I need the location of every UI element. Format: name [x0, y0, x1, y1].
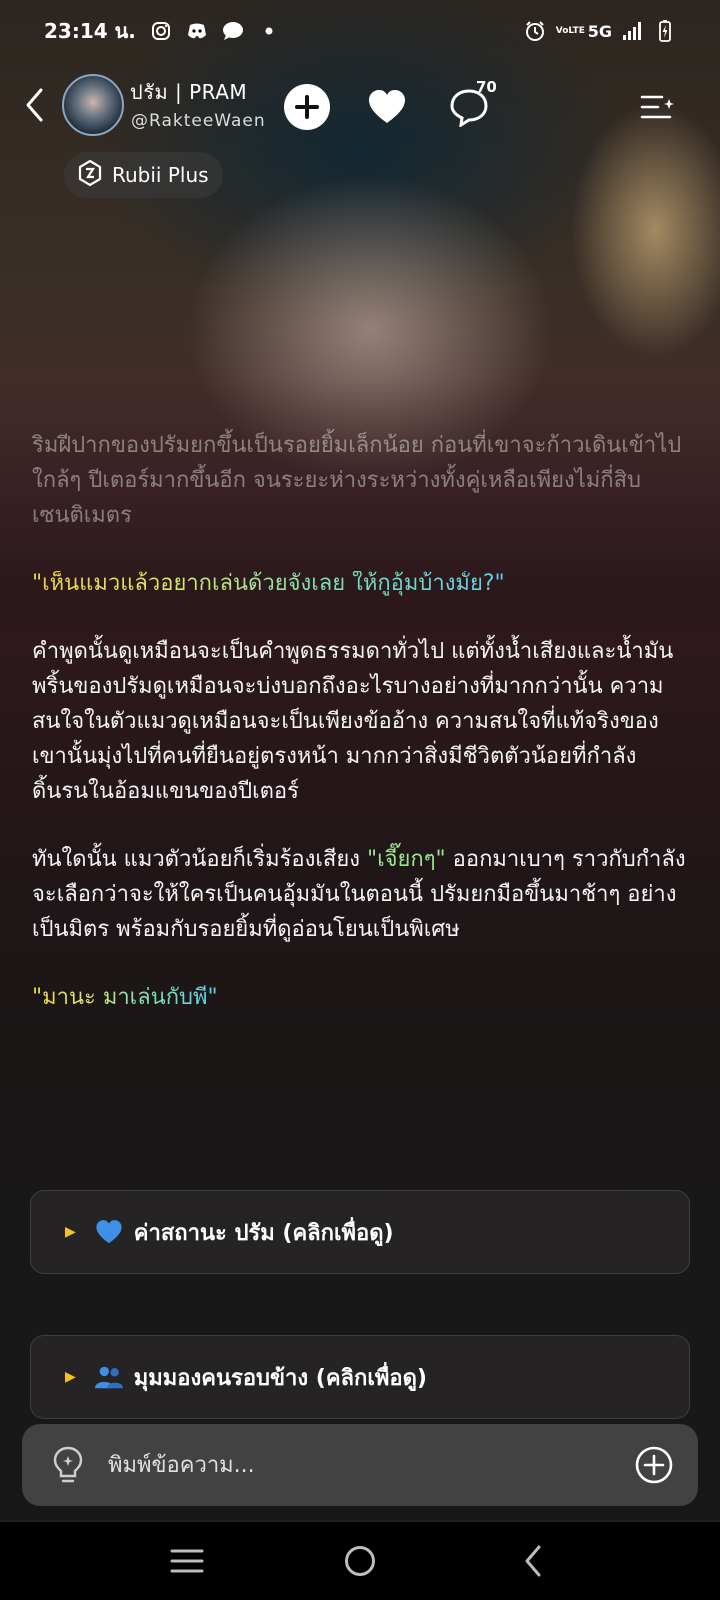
system-nav-bar [0, 1522, 720, 1600]
back-button[interactable] [14, 80, 54, 130]
story-paragraph: ทันใดนั้น แมวตัวน้อยก็เริ่มร้องเสียง "เจ… [32, 842, 692, 947]
panel-label: มุมมองคนรอบข้าง (คลิกเพื่อดู) [133, 1365, 427, 1391]
message-input[interactable] [108, 1452, 632, 1478]
lightbulb-icon [53, 1446, 83, 1483]
follow-button[interactable] [284, 84, 330, 130]
menu-button[interactable] [636, 86, 680, 130]
character-name[interactable]: ปรัม | PRAM [130, 76, 247, 108]
notification-dot-icon [258, 20, 280, 42]
rubii-plus-icon [76, 159, 104, 192]
character-avatar[interactable] [62, 74, 124, 136]
network-type: 5G [587, 21, 612, 41]
clock: 23:14 น. [44, 19, 136, 43]
recent-apps-button[interactable] [157, 1531, 217, 1591]
heart-icon [369, 90, 405, 123]
battery-icon [654, 20, 676, 42]
home-circle-icon [344, 1546, 375, 1576]
chat-message: ริมฝีปากของปรัมยกขึ้นเป็นรอยยิ้มเล็กน้อย… [32, 428, 692, 1048]
like-button[interactable] [364, 84, 410, 130]
story-quote: "เห็นแมวแล้วอยากเล่นด้วยจังเลย ให้กูอุ้ม… [32, 566, 692, 601]
perspective-panel-toggle[interactable]: ▶ มุมมองคนรอบข้าง (คลิกเพื่อดู) [30, 1335, 690, 1419]
plus-circle-icon [635, 1446, 673, 1484]
message-bubble-icon [222, 20, 244, 42]
character-handle[interactable]: @RakteeWaen [131, 111, 266, 131]
chat-header: ปรัม | PRAM @RakteeWaen 70 [0, 66, 720, 146]
back-chevron-icon [525, 1545, 541, 1577]
list-sparkle-icon [640, 95, 674, 119]
discord-icon [186, 20, 208, 42]
comment-count: 70 [476, 78, 497, 96]
plus-icon [295, 95, 319, 119]
panel-label: ค่าสถานะ ปรัม (คลิกเพื่อดู) [133, 1220, 394, 1246]
recents-icon [170, 1549, 204, 1573]
quote-text: "เห็นแมวแล้วอยากเล่นด้วยจังเลย ให้กูอุ้ม… [32, 571, 505, 596]
status-panel-toggle[interactable]: ▶ ค่าสถานะ ปรัม (คลิกเพื่อดู) [30, 1190, 690, 1274]
story-paragraph: คำพูดนั้นดูเหมือนจะเป็นคำพูดธรรมดาทั่วไป… [32, 639, 674, 804]
signal-icon [622, 20, 644, 42]
alarm-icon [524, 20, 546, 42]
status-bar: 23:14 น. VoLTE 5G [0, 0, 720, 62]
rubii-plus-label: Rubii Plus [112, 163, 209, 187]
suggestion-button[interactable] [48, 1445, 88, 1485]
blue-heart-icon [94, 1217, 124, 1247]
message-input-bar [22, 1424, 698, 1506]
instagram-icon [150, 20, 172, 42]
home-button[interactable] [330, 1531, 390, 1591]
paragraph-text: ทันใดนั้น แมวตัวน้อยก็เริ่มร้องเสียง [32, 847, 367, 872]
people-icon [94, 1362, 124, 1392]
system-back-button[interactable] [503, 1531, 563, 1591]
rubii-plus-badge[interactable]: Rubii Plus [64, 152, 223, 198]
inline-quote: "เจี๊ยกๆ" [366, 847, 446, 872]
expand-triangle-icon: ▶ [65, 1224, 76, 1240]
story-paragraph: ริมฝีปากของปรัมยกขึ้นเป็นรอยยิ้มเล็กน้อย… [32, 433, 682, 528]
chevron-left-icon [26, 88, 43, 122]
quote-text: "มานะ มาเล่นกับพี่" [32, 985, 218, 1010]
story-quote: "มานะ มาเล่นกับพี่" [32, 980, 692, 1015]
attach-button[interactable] [632, 1443, 676, 1487]
volte-indicator: VoLTE [555, 25, 585, 36]
expand-triangle-icon: ▶ [65, 1369, 76, 1385]
